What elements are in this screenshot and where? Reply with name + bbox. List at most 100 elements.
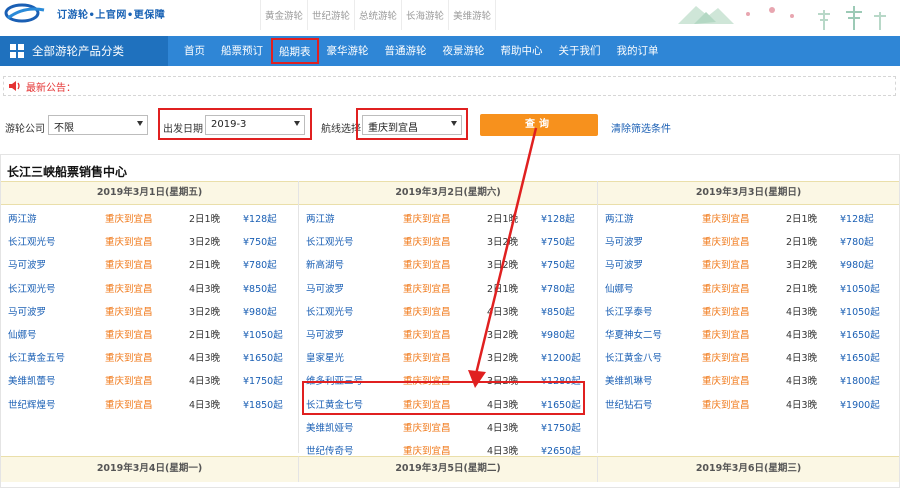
route-link[interactable]: 重庆到宜昌 xyxy=(105,350,153,364)
ship-name[interactable]: 马可波罗 xyxy=(306,327,344,341)
route-link[interactable]: 重庆到宜昌 xyxy=(702,350,750,364)
nav-item-schedule[interactable]: 船期表 xyxy=(271,38,319,64)
price-from[interactable]: ¥128起 xyxy=(840,211,874,225)
nav-item-booking[interactable]: 船票预订 xyxy=(213,36,271,66)
price-from[interactable]: ¥1900起 xyxy=(840,397,880,411)
schedule-row[interactable]: 两江游 重庆到宜昌 2日1晚 ¥128起 xyxy=(598,205,899,228)
price-from[interactable]: ¥750起 xyxy=(541,257,575,271)
price-from[interactable]: ¥980起 xyxy=(243,304,277,318)
ship-name[interactable]: 马可波罗 xyxy=(605,234,643,248)
price-from[interactable]: ¥850起 xyxy=(243,281,277,295)
ship-name[interactable]: 美维凯娅号 xyxy=(306,420,354,434)
schedule-row[interactable]: 美维凯娅号 重庆到宜昌 4日3晚 ¥1750起 xyxy=(299,414,597,437)
price-from[interactable]: ¥1050起 xyxy=(840,281,880,295)
category-menu-button[interactable]: 全部游轮产品分类 xyxy=(0,36,168,66)
schedule-row[interactable]: 两江游 重庆到宜昌 2日1晚 ¥128起 xyxy=(299,205,597,228)
ship-name[interactable]: 长江观光号 xyxy=(8,234,56,248)
ship-name[interactable]: 长江黄金五号 xyxy=(8,350,65,364)
route-link[interactable]: 重庆到宜昌 xyxy=(702,327,750,341)
price-from[interactable]: ¥1200起 xyxy=(541,350,581,364)
price-from[interactable]: ¥1800起 xyxy=(840,373,880,387)
ship-name[interactable]: 两江游 xyxy=(605,211,634,225)
route-link[interactable]: 重庆到宜昌 xyxy=(702,373,750,387)
schedule-row[interactable]: 长江观光号 重庆到宜昌 3日2晚 ¥750起 xyxy=(1,228,298,251)
ship-name[interactable]: 两江游 xyxy=(306,211,335,225)
route-link[interactable]: 重庆到宜昌 xyxy=(702,234,750,248)
ship-name[interactable]: 长江观光号 xyxy=(306,234,354,248)
route-link[interactable]: 重庆到宜昌 xyxy=(403,304,451,318)
schedule-row[interactable]: 华夏神女二号 重庆到宜昌 4日3晚 ¥1650起 xyxy=(598,321,899,344)
ship-name[interactable]: 长江黄金八号 xyxy=(605,350,662,364)
route-link[interactable]: 重庆到宜昌 xyxy=(105,234,153,248)
route-link[interactable]: 重庆到宜昌 xyxy=(702,257,750,271)
schedule-row[interactable]: 世纪钻石号 重庆到宜昌 4日3晚 ¥1900起 xyxy=(598,391,899,414)
route-link[interactable]: 重庆到宜昌 xyxy=(105,327,153,341)
ship-name[interactable]: 两江游 xyxy=(8,211,37,225)
route-link[interactable]: 重庆到宜昌 xyxy=(105,304,153,318)
route-link[interactable]: 重庆到宜昌 xyxy=(403,350,451,364)
route-link[interactable]: 重庆到宜昌 xyxy=(702,397,750,411)
schedule-row[interactable]: 两江游 重庆到宜昌 2日1晚 ¥128起 xyxy=(1,205,298,228)
ship-name[interactable]: 马可波罗 xyxy=(8,304,46,318)
price-from[interactable]: ¥128起 xyxy=(243,211,277,225)
ship-name[interactable]: 长江孚泰号 xyxy=(605,304,653,318)
price-from[interactable]: ¥780起 xyxy=(243,257,277,271)
schedule-row[interactable]: 马可波罗 重庆到宜昌 3日2晚 ¥980起 xyxy=(299,321,597,344)
schedule-row[interactable]: 仙娜号 重庆到宜昌 2日1晚 ¥1050起 xyxy=(1,321,298,344)
ship-name[interactable]: 世纪辉煌号 xyxy=(8,397,56,411)
ship-name[interactable]: 华夏神女二号 xyxy=(605,327,662,341)
price-from[interactable]: ¥1650起 xyxy=(243,350,283,364)
route-link[interactable]: 重庆到宜昌 xyxy=(403,257,451,271)
ship-name[interactable]: 马可波罗 xyxy=(306,281,344,295)
site-logo-icon[interactable] xyxy=(4,2,48,24)
price-from[interactable]: ¥1650起 xyxy=(840,350,880,364)
schedule-row[interactable]: 仙娜号 重庆到宜昌 2日1晚 ¥1050起 xyxy=(598,275,899,298)
price-from[interactable]: ¥750起 xyxy=(541,234,575,248)
nav-item-night[interactable]: 夜景游轮 xyxy=(435,36,493,66)
ship-name[interactable]: 新高湖号 xyxy=(306,257,344,271)
ship-name[interactable]: 仙娜号 xyxy=(605,281,634,295)
route-link[interactable]: 重庆到宜昌 xyxy=(403,443,451,457)
route-link[interactable]: 重庆到宜昌 xyxy=(403,281,451,295)
ship-name[interactable]: 美维凯琳号 xyxy=(605,373,653,387)
price-from[interactable]: ¥980起 xyxy=(840,257,874,271)
route-link[interactable]: 重庆到宜昌 xyxy=(105,373,153,387)
top-link-changhai[interactable]: 长海游轮 xyxy=(402,0,450,30)
price-from[interactable]: ¥1050起 xyxy=(840,304,880,318)
schedule-row[interactable]: 皇家星光 重庆到宜昌 3日2晚 ¥1200起 xyxy=(299,344,597,367)
price-from[interactable]: ¥1050起 xyxy=(243,327,283,341)
schedule-row[interactable]: 新高湖号 重庆到宜昌 3日2晚 ¥750起 xyxy=(299,251,597,274)
ship-name[interactable]: 仙娜号 xyxy=(8,327,37,341)
top-link-shiji[interactable]: 世纪游轮 xyxy=(308,0,356,30)
query-button[interactable]: 查询 xyxy=(480,114,598,136)
schedule-row[interactable]: 世纪辉煌号 重庆到宜昌 4日3晚 ¥1850起 xyxy=(1,391,298,414)
schedule-row[interactable]: 长江黄金五号 重庆到宜昌 4日3晚 ¥1650起 xyxy=(1,344,298,367)
schedule-row[interactable]: 马可波罗 重庆到宜昌 2日1晚 ¥780起 xyxy=(598,228,899,251)
route-link[interactable]: 重庆到宜昌 xyxy=(403,327,451,341)
schedule-row[interactable]: 马可波罗 重庆到宜昌 3日2晚 ¥980起 xyxy=(598,251,899,274)
ship-name[interactable]: 马可波罗 xyxy=(605,257,643,271)
schedule-row[interactable]: 美维凯蕾号 重庆到宜昌 4日3晚 ¥1750起 xyxy=(1,367,298,390)
route-link[interactable]: 重庆到宜昌 xyxy=(403,211,451,225)
nav-item-help[interactable]: 帮助中心 xyxy=(493,36,551,66)
ship-name[interactable]: 美维凯蕾号 xyxy=(8,373,56,387)
price-from[interactable]: ¥2650起 xyxy=(541,443,581,457)
route-link[interactable]: 重庆到宜昌 xyxy=(105,211,153,225)
route-link[interactable]: 重庆到宜昌 xyxy=(702,304,750,318)
route-select[interactable]: 重庆到宜昌 xyxy=(362,115,462,135)
schedule-row[interactable]: 长江观光号 重庆到宜昌 3日2晚 ¥750起 xyxy=(299,228,597,251)
schedule-row[interactable]: 马可波罗 重庆到宜昌 2日1晚 ¥780起 xyxy=(299,275,597,298)
price-from[interactable]: ¥1750起 xyxy=(541,420,581,434)
price-from[interactable]: ¥980起 xyxy=(541,327,575,341)
ship-name[interactable]: 世纪传奇号 xyxy=(306,443,354,457)
schedule-row[interactable]: 长江观光号 重庆到宜昌 4日3晚 ¥850起 xyxy=(1,275,298,298)
clear-filters-link[interactable]: 清除筛选条件 xyxy=(611,120,671,135)
company-select[interactable]: 不限 xyxy=(48,115,148,135)
price-from[interactable]: ¥128起 xyxy=(541,211,575,225)
schedule-row[interactable]: 马可波罗 重庆到宜昌 3日2晚 ¥980起 xyxy=(1,298,298,321)
price-from[interactable]: ¥780起 xyxy=(541,281,575,295)
route-link[interactable]: 重庆到宜昌 xyxy=(105,281,153,295)
nav-item-home[interactable]: 首页 xyxy=(176,36,213,66)
price-from[interactable]: ¥780起 xyxy=(840,234,874,248)
price-from[interactable]: ¥1650起 xyxy=(840,327,880,341)
